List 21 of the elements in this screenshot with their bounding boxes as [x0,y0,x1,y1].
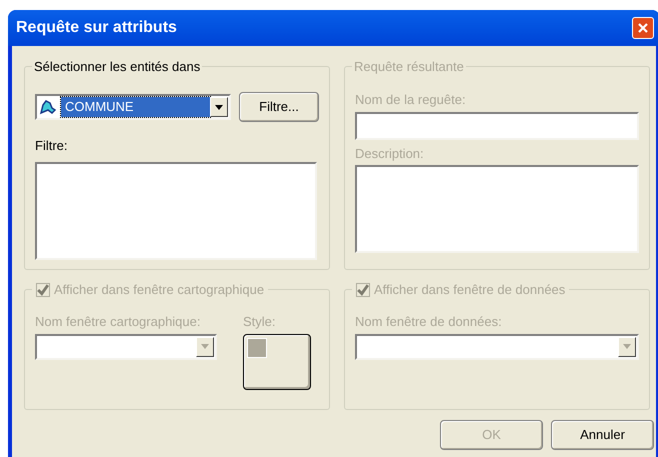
field-label: Nom fenêtre de données: [355,313,503,331]
field-label: Nom fenêtre cartographique: [35,313,202,331]
map-window-dropdown[interactable] [35,334,217,360]
filter-label: Filtre: [35,137,68,155]
checkbox-label: Afficher dans fenêtre de données [374,281,566,299]
window-title: Requête sur attributs [16,18,177,38]
dialog-button[interactable]: Annuler [551,420,654,450]
checkbox-label: Afficher dans fenêtre cartographique [54,281,264,299]
field-label: Description: [355,144,425,163]
layer-dropdown[interactable]: COMMUNE [35,94,231,120]
filter-text-area[interactable] [35,162,317,260]
style-swatch-icon [247,338,267,358]
style-button[interactable] [243,334,311,390]
field-label: Nom de la reguête: [355,91,467,109]
dialog-button[interactable]: Filtre... [239,92,319,122]
dropdown-value: COMMUNE [61,97,210,117]
polygon-layer-icon [39,99,57,115]
data-window-dropdown[interactable] [355,334,639,360]
close-icon [637,22,649,34]
field-label: Style: [243,313,277,331]
close-button[interactable] [632,17,654,39]
